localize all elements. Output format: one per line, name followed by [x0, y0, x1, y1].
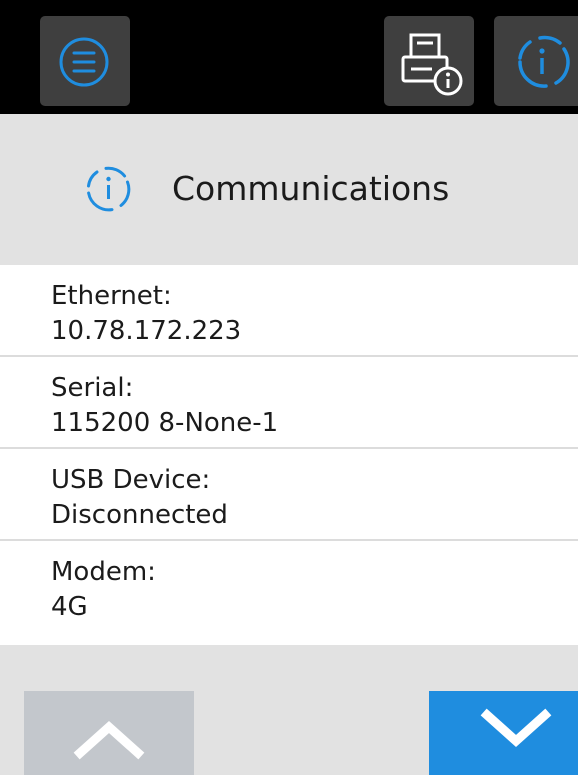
- communications-screen: Communications Ethernet: 10.78.172.223 S…: [0, 0, 578, 775]
- list-item-modem: Modem: 4G: [0, 541, 578, 637]
- page-header: Communications: [0, 114, 578, 265]
- info-icon: [518, 35, 570, 88]
- info-button[interactable]: [494, 16, 578, 106]
- footer-bar: [0, 645, 578, 775]
- chevron-down-icon: [480, 708, 552, 748]
- item-value: Disconnected: [51, 500, 228, 530]
- list-item-usb-device: USB Device: Disconnected: [0, 449, 578, 541]
- printer-info-button[interactable]: [384, 16, 474, 106]
- list-item-serial: Serial: 115200 8-None-1: [0, 357, 578, 449]
- item-label: Serial:: [51, 373, 134, 403]
- list-item-ethernet: Ethernet: 10.78.172.223: [0, 265, 578, 357]
- info-icon: [87, 166, 131, 212]
- page-title: Communications: [172, 169, 450, 208]
- chevron-up-icon: [73, 720, 145, 760]
- item-value: 115200 8-None-1: [51, 408, 279, 438]
- item-label: Ethernet:: [51, 281, 172, 311]
- top-bar: [0, 0, 578, 114]
- menu-button[interactable]: [40, 16, 130, 106]
- item-value: 10.78.172.223: [51, 316, 242, 346]
- printer-info-icon: [401, 33, 463, 96]
- scroll-down-button[interactable]: [429, 691, 578, 775]
- item-label: USB Device:: [51, 465, 211, 495]
- item-value: 4G: [51, 592, 88, 622]
- item-label: Modem:: [51, 557, 156, 587]
- menu-icon: [59, 37, 109, 87]
- communications-list: Ethernet: 10.78.172.223 Serial: 115200 8…: [0, 265, 578, 637]
- scroll-up-button[interactable]: [24, 691, 194, 775]
